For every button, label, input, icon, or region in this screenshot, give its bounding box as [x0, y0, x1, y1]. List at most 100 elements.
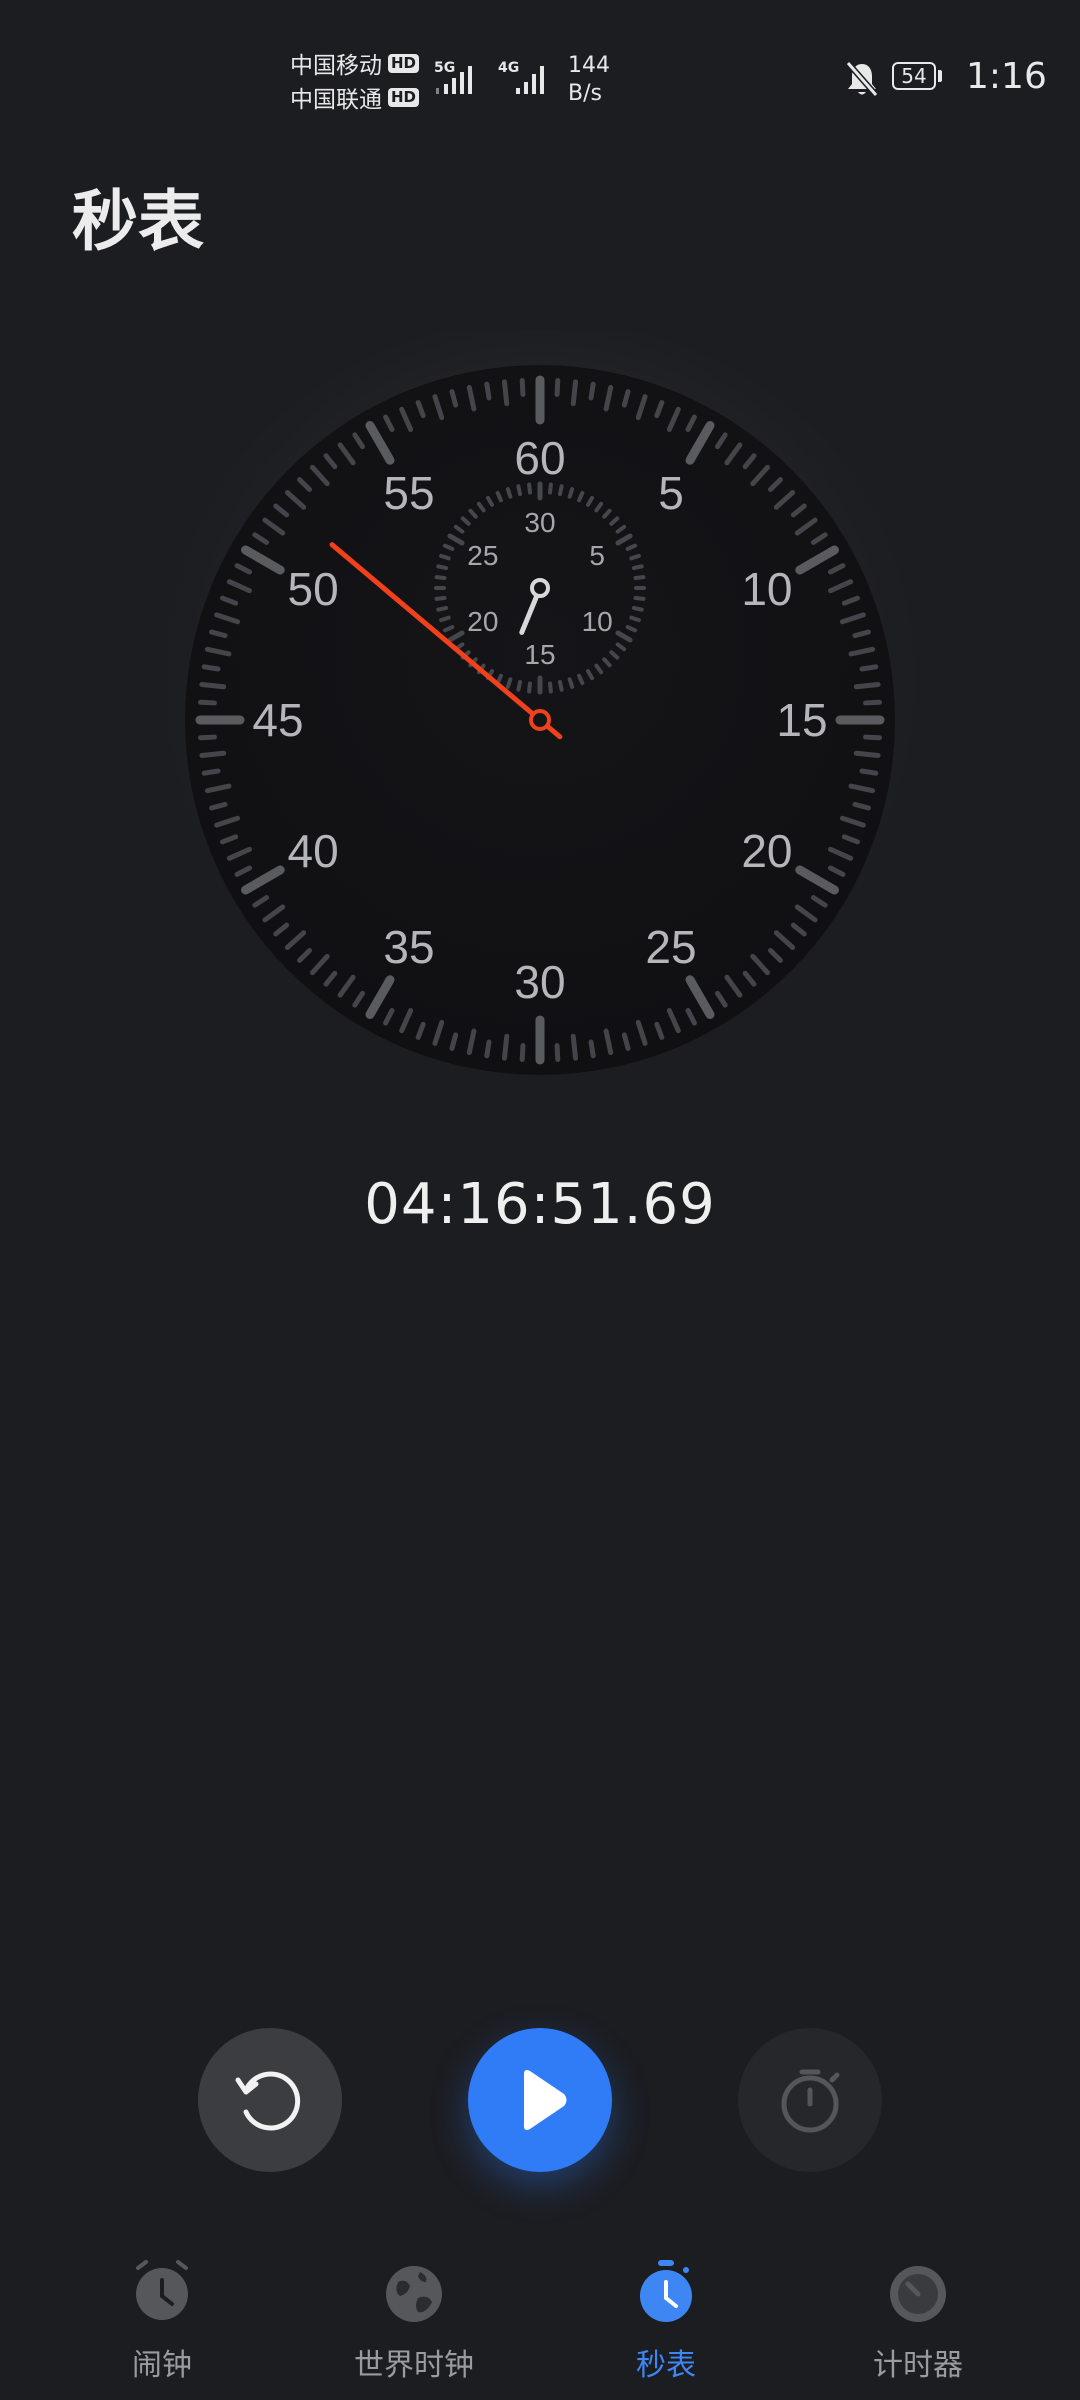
hd-badge: HD [388, 87, 420, 107]
nav-item-timer[interactable]: 计时器 [818, 2240, 1018, 2400]
sub-dial-tick [505, 677, 513, 689]
dial-tick [859, 768, 879, 776]
dial-tick [201, 768, 221, 776]
dial-tick [621, 1032, 631, 1051]
elapsed-time: 04:16:51.69 [364, 1172, 716, 1237]
stopwatch-dial: 60 5 10 15 20 25 30 35 40 45 50 55 30 5 … [140, 330, 940, 1130]
sub-dial-hub [530, 578, 550, 598]
signal-icon [516, 66, 544, 94]
sub-dial-tick [527, 482, 532, 495]
carrier-row-1: 中国移动 HD [290, 46, 430, 80]
sub-dial-tick [439, 615, 451, 623]
second-hand-hub [529, 709, 551, 731]
nav-label-stopwatch: 秒表 [636, 2348, 696, 2383]
carrier-list: 中国移动 HD 中国联通 HD [290, 46, 430, 114]
dial-tick [588, 1039, 596, 1059]
sub-dial-tick [631, 605, 644, 612]
dial-tick [199, 750, 227, 759]
sub-dial-label: 10 [582, 606, 613, 637]
sub-dial-label: 5 [589, 540, 605, 571]
timer-icon [890, 2266, 946, 2322]
nav-label-world-clock: 世界时钟 [354, 2348, 474, 2383]
alarm-icon [136, 2260, 188, 2320]
dial-svg: 60 5 10 15 20 25 30 35 40 45 50 55 30 5 … [140, 330, 940, 1120]
sub-dial-label: 25 [467, 540, 498, 571]
carrier-row-2: 中国联通 HD [290, 80, 430, 114]
sub-dial-tick [516, 484, 523, 497]
dial-tick [863, 734, 883, 741]
status-bar: 中国移动 HD 中国联通 HD 5G 4G 144 B/s 54 1:16 [0, 0, 1080, 120]
stopwatch-icon [781, 2069, 840, 2133]
dial-tick [863, 699, 883, 706]
sub-dial-tick [505, 487, 513, 499]
dial-tick [588, 381, 596, 401]
dial-label: 55 [383, 467, 434, 519]
sub-dial-tick [567, 677, 575, 689]
network-speed-unit: B/s [568, 81, 602, 106]
dial-label: 30 [514, 956, 565, 1008]
dial-label: 20 [741, 825, 792, 877]
dial-label: 10 [741, 563, 792, 615]
dial-tick [201, 664, 221, 672]
sub-dial-tick [436, 564, 449, 571]
dial-label: 60 [514, 432, 565, 484]
sub-dial-tick [557, 484, 564, 497]
dial-tick [621, 389, 631, 408]
sub-dial-label: 15 [524, 639, 555, 670]
sub-dial-tick [434, 575, 447, 580]
stopwatch-icon [640, 2260, 692, 2322]
dial-tick [197, 734, 217, 741]
dial-label: 40 [288, 825, 339, 877]
dial-tick [570, 1033, 579, 1061]
dial-tick [209, 801, 228, 811]
sub-dial-label: 30 [524, 507, 555, 538]
dial-label: 45 [252, 694, 303, 746]
dial-tick [859, 664, 879, 672]
bell-muted-icon [845, 61, 879, 97]
reset-icon [235, 2071, 301, 2131]
nav-label-timer: 计时器 [873, 2348, 963, 2383]
battery-tip [938, 70, 942, 82]
sub-dial-tick [633, 575, 646, 580]
sub-dial-tick [557, 679, 564, 692]
sub-dial-tick [567, 487, 575, 499]
signal-icon [436, 66, 472, 94]
nav-item-world-clock[interactable]: 世界时钟 [314, 2240, 514, 2400]
battery-level: 54 [892, 62, 936, 90]
dial-label: 50 [288, 563, 339, 615]
dial-tick [484, 1039, 492, 1059]
nav-item-stopwatch[interactable]: 秒表 [566, 2240, 766, 2400]
sub-dial-tick [631, 564, 644, 571]
reset-button[interactable] [198, 2028, 342, 2172]
dial-tick [209, 629, 228, 639]
dial-tick [853, 681, 881, 690]
play-icon [524, 2070, 567, 2130]
dial-tick [501, 379, 510, 407]
dial-tick [519, 1043, 526, 1063]
dial-tick [570, 379, 579, 407]
nav-item-alarm[interactable]: 闹钟 [62, 2240, 262, 2400]
dial-tick [197, 699, 217, 706]
carrier-name-1: 中国移动 [290, 53, 382, 79]
dial-label: 35 [383, 921, 434, 973]
dial-tick [554, 1043, 561, 1063]
globe-icon [386, 2266, 442, 2322]
carrier-name-2: 中国联通 [290, 87, 382, 113]
network-speed: 144 B/s [568, 52, 610, 108]
sub-dial-tick [548, 482, 553, 495]
sub-dial-tick [436, 605, 449, 612]
sub-dial-tick [629, 615, 641, 623]
dial-tick [484, 381, 492, 401]
dial-tick [852, 801, 871, 811]
battery-icon: 54 [892, 62, 942, 92]
sub-dial-tick [633, 596, 646, 601]
dial-label: 25 [645, 921, 696, 973]
dial-tick [853, 750, 881, 759]
dial-tick [501, 1033, 510, 1061]
dial-label: 5 [658, 467, 684, 519]
lap-button[interactable] [738, 2028, 882, 2172]
play-button[interactable] [468, 2028, 612, 2172]
dial-tick [199, 681, 227, 690]
hd-badge: HD [388, 53, 420, 73]
dial-tick [449, 389, 459, 408]
